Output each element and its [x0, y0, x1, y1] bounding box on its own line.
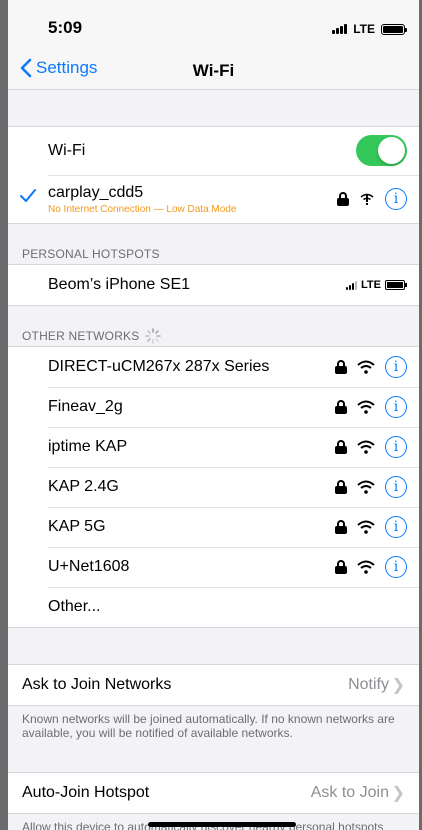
network-row[interactable]: KAP 2.4G i [8, 467, 419, 507]
home-indicator[interactable] [148, 822, 296, 827]
navigation-bar: Settings Wi-Fi [8, 55, 419, 87]
hotspot-status: LTE [346, 279, 407, 291]
network-name: DIRECT-uCM267x 287x Series [48, 358, 270, 375]
network-name: iptime KAP [48, 438, 128, 455]
network-row[interactable]: KAP 5G i [8, 507, 419, 547]
other-network-label: Other... [48, 598, 101, 615]
connected-network-status: No Internet Connection — Low Data Mode [48, 203, 237, 215]
lock-icon [335, 440, 347, 454]
battery-icon [385, 280, 407, 290]
network-name: Fineav_2g [48, 398, 123, 415]
lock-icon [335, 360, 347, 374]
info-icon[interactable]: i [385, 516, 407, 538]
network-name: KAP 5G [48, 518, 106, 535]
auto-join-label: Auto-Join Hotspot [22, 784, 150, 801]
network-row[interactable]: U+Net1608 i [8, 547, 419, 587]
network-icons: i [335, 427, 407, 467]
network-icons: i [335, 467, 407, 507]
wifi-warning-icon [360, 193, 374, 205]
ask-to-join-footer: Known networks will be joined automatica… [22, 712, 395, 740]
auto-join-row[interactable]: Auto-Join Hotspot Ask to Join ❯ [8, 773, 419, 813]
other-networks-group: DIRECT-uCM267x 287x Series i Fineav_2g i… [8, 346, 419, 628]
wifi-toggle[interactable] [356, 135, 407, 166]
status-bar: 5:09 LTE [8, 0, 419, 50]
personal-hotspots-header: PERSONAL HOTSPOTS [22, 247, 160, 261]
network-name: KAP 2.4G [48, 478, 119, 495]
other-networks-header: OTHER NETWORKS [8, 306, 419, 346]
info-icon[interactable]: i [385, 188, 407, 210]
auto-join-value: Ask to Join [310, 784, 389, 801]
info-icon[interactable]: i [385, 436, 407, 458]
network-icons: i [335, 507, 407, 547]
network-icons: i [335, 387, 407, 427]
connected-network-row[interactable]: carplay_cdd5 No Internet Connection — Lo… [8, 175, 419, 223]
lock-icon [335, 400, 347, 414]
wifi-icon [357, 400, 375, 414]
network-type: LTE [353, 22, 375, 36]
network-icons: i [335, 547, 407, 587]
other-network-row[interactable]: Other... [8, 587, 419, 627]
wifi-group: Wi-Fi carplay_cdd5 No Internet Connectio… [8, 126, 419, 224]
wifi-label: Wi-Fi [48, 142, 86, 159]
checkmark-icon [20, 189, 36, 202]
network-icons: i [337, 175, 407, 223]
hotspot-name: Beom’s iPhone SE1 [48, 276, 191, 293]
ask-to-join-row[interactable]: Ask to Join Networks Notify ❯ [8, 665, 419, 705]
status-time: 5:09 [48, 18, 83, 37]
top-bar: 5:09 LTE Settings Wi-Fi [8, 0, 419, 90]
wifi-icon [357, 520, 375, 534]
ask-to-join-value: Notify [348, 676, 389, 693]
personal-hotspots-group: Beom’s iPhone SE1 LTE [8, 264, 419, 306]
network-name: U+Net1608 [48, 558, 130, 575]
network-row[interactable]: DIRECT-uCM267x 287x Series i [8, 347, 419, 387]
section-gap [8, 628, 419, 664]
network-row[interactable]: Fineav_2g i [8, 387, 419, 427]
section-gap [8, 90, 419, 126]
lock-icon [335, 560, 347, 574]
status-indicators: LTE [332, 22, 407, 36]
signal-icon [346, 280, 358, 290]
signal-icon [332, 24, 348, 34]
info-icon[interactable]: i [385, 556, 407, 578]
ask-to-join-label: Ask to Join Networks [22, 676, 172, 693]
loading-spinner-icon [145, 328, 162, 344]
other-networks-label: OTHER NETWORKS [22, 329, 140, 343]
battery-icon [381, 23, 407, 35]
wifi-toggle-row: Wi-Fi [8, 127, 419, 175]
lock-icon [335, 520, 347, 534]
wifi-icon [357, 560, 375, 574]
chevron-right-icon: ❯ [391, 785, 405, 802]
ask-to-join-group: Ask to Join Networks Notify ❯ [8, 664, 419, 706]
auto-join-group: Auto-Join Hotspot Ask to Join ❯ [8, 772, 419, 814]
lock-icon [335, 480, 347, 494]
lock-icon [337, 192, 349, 206]
network-row[interactable]: iptime KAP i [8, 427, 419, 467]
wifi-icon [357, 360, 375, 374]
info-icon[interactable]: i [385, 396, 407, 418]
info-icon[interactable]: i [385, 356, 407, 378]
network-icons: i [335, 347, 407, 387]
phone-screen: 5:09 LTE Settings Wi-Fi Wi-Fi carplay_cd… [8, 0, 419, 830]
wifi-icon [357, 440, 375, 454]
hotspot-row[interactable]: Beom’s iPhone SE1 LTE [8, 265, 419, 305]
page-title: Wi-Fi [192, 61, 235, 80]
info-icon[interactable]: i [385, 476, 407, 498]
chevron-right-icon: ❯ [391, 677, 405, 694]
wifi-icon [357, 480, 375, 494]
connected-network-name: carplay_cdd5 [48, 183, 144, 201]
hotspot-network-type: LTE [361, 279, 381, 291]
